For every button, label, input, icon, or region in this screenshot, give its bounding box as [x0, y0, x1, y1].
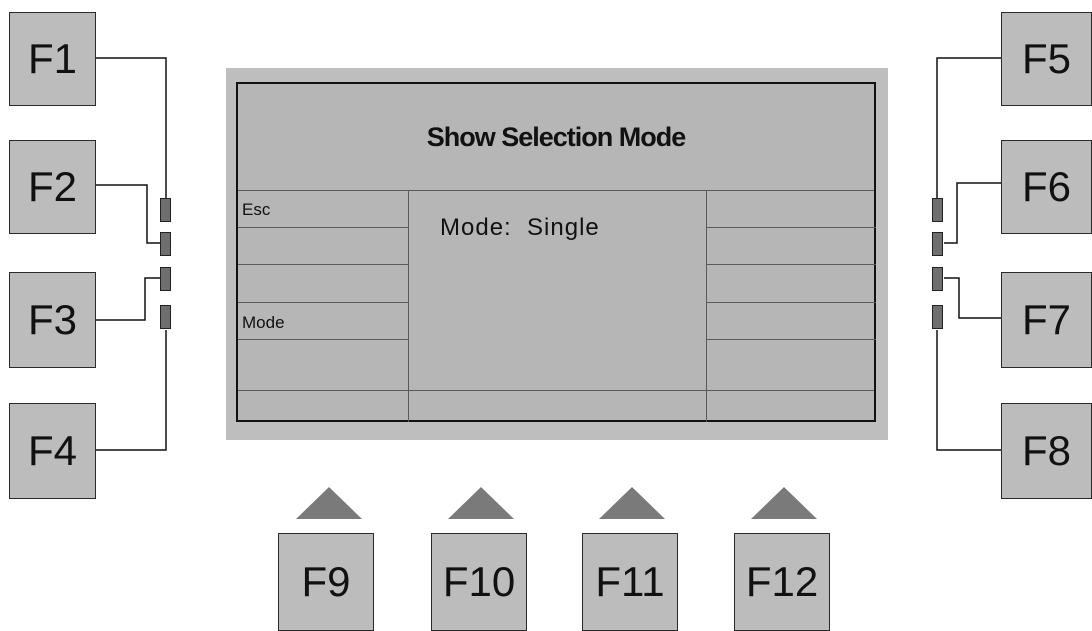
wire-f4 [95, 330, 167, 451]
wire-f7 [944, 277, 1002, 319]
f9-arrow-icon [296, 487, 362, 519]
softkey-esc[interactable]: Esc [242, 200, 270, 220]
f12-key[interactable]: F12 [734, 533, 830, 631]
left-row-divider [238, 302, 408, 303]
display-screen: Show Selection Mode Esc Mode Mode: Singl… [236, 82, 876, 422]
left-row-divider [238, 264, 408, 265]
f9-key[interactable]: F9 [278, 533, 374, 631]
wire-f2 [95, 184, 160, 244]
right-row-divider [706, 264, 876, 265]
right-row-divider [706, 302, 876, 303]
f6-key[interactable]: F6 [1001, 140, 1092, 234]
softkey-mode[interactable]: Mode [242, 313, 285, 333]
left-row-divider [238, 227, 408, 228]
left-row-divider [238, 339, 408, 340]
indicator-f8 [932, 305, 943, 329]
f11-arrow-icon [599, 487, 665, 519]
indicator-f2 [160, 232, 171, 256]
bottom-row-divider [238, 390, 874, 391]
wire-f8 [936, 330, 1002, 451]
f4-key[interactable]: F4 [9, 403, 96, 499]
indicator-f1 [160, 198, 171, 222]
wire-f5 [936, 57, 1002, 198]
indicator-f4 [160, 305, 171, 329]
indicator-f7 [932, 267, 943, 291]
mode-value-text: Mode: Single [440, 214, 600, 241]
right-row-divider [706, 227, 876, 228]
right-row-divider [706, 339, 876, 340]
wire-f3 [95, 277, 160, 321]
f5-key[interactable]: F5 [1001, 12, 1092, 106]
left-column-divider [408, 190, 409, 422]
f10-arrow-icon [448, 487, 514, 519]
f12-arrow-icon [751, 487, 817, 519]
wire-f1 [95, 57, 167, 198]
f2-key[interactable]: F2 [9, 140, 96, 234]
f1-key[interactable]: F1 [9, 12, 96, 106]
f3-key[interactable]: F3 [9, 272, 96, 368]
f7-key[interactable]: F7 [1001, 272, 1092, 368]
indicator-f3 [160, 267, 171, 291]
f10-key[interactable]: F10 [431, 533, 527, 631]
right-column-divider [706, 190, 707, 422]
title-divider [238, 190, 874, 191]
screen-title: Show Selection Mode [426, 121, 687, 152]
indicator-f5 [932, 198, 943, 222]
wire-f6 [944, 182, 1002, 244]
indicator-f6 [932, 232, 943, 256]
f8-key[interactable]: F8 [1001, 403, 1092, 499]
f11-key[interactable]: F11 [582, 533, 678, 631]
